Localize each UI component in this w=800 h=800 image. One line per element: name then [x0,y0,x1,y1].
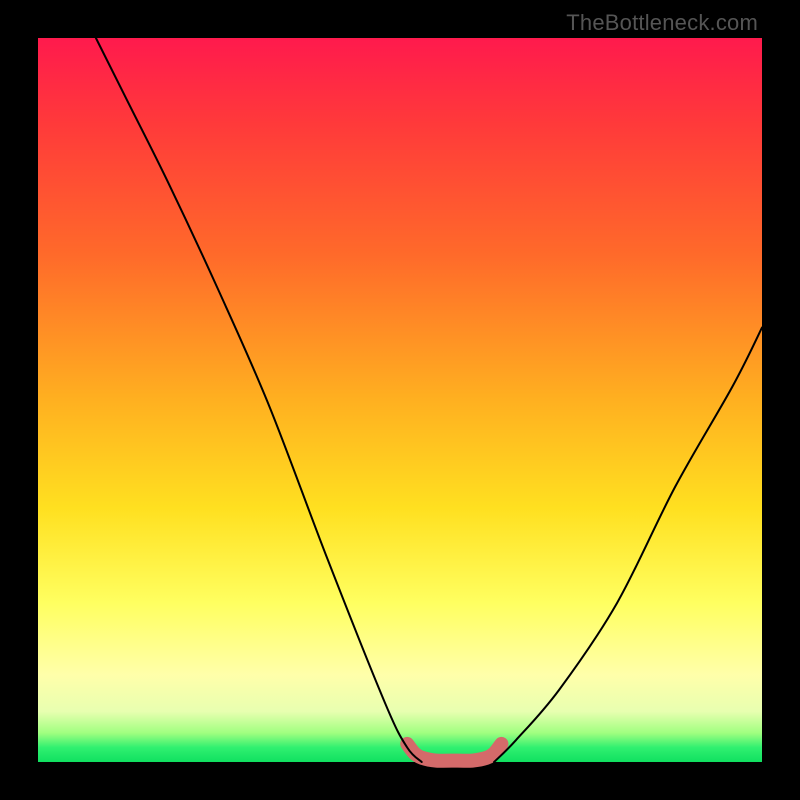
watermark-text: TheBottleneck.com [566,10,758,36]
chart-frame: TheBottleneck.com [0,0,800,800]
plot-area [38,38,762,762]
left-curve [96,38,422,762]
chart-svg [38,38,762,762]
bottom-basin-curve [407,744,501,761]
right-curve [494,328,762,762]
